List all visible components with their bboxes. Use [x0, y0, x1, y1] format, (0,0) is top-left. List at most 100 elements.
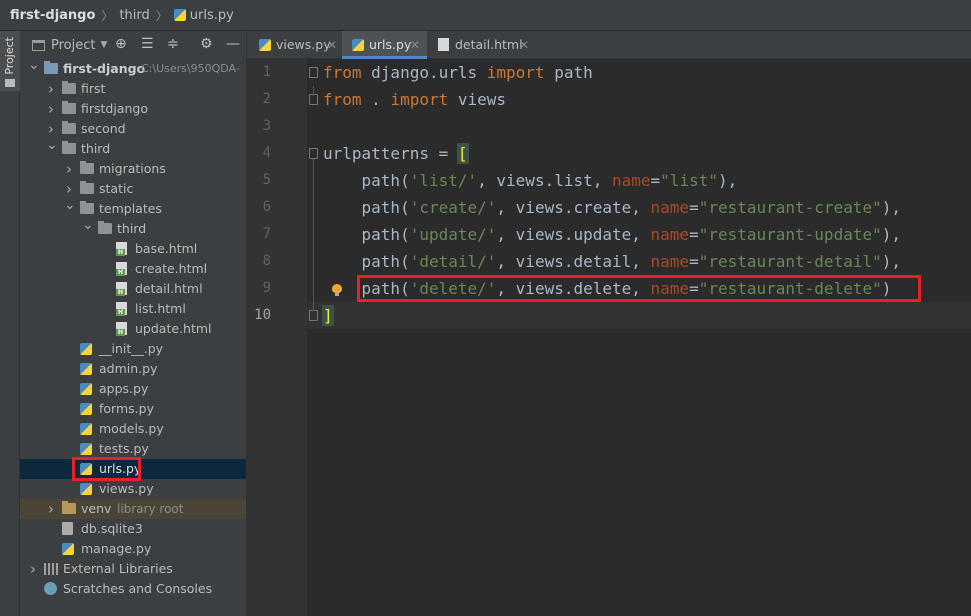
line-number: 5: [262, 172, 271, 188]
tree-item[interactable]: › External Libraries: [20, 559, 246, 579]
tab-detail-html[interactable]: detail.html ✕: [429, 31, 539, 59]
current-line-highlight: [307, 302, 971, 329]
python-file-icon: [62, 543, 74, 555]
html-file-icon: [116, 242, 127, 256]
equals: =: [689, 198, 699, 217]
tree-item[interactable]: apps.py: [20, 379, 246, 399]
tree-item-label: migrations: [99, 161, 166, 176]
breadcrumb-folder[interactable]: third: [119, 8, 149, 23]
tree-item-label: first-django: [63, 61, 146, 76]
chevron-right-icon[interactable]: ›: [64, 159, 74, 179]
chevron-down-icon[interactable]: ⌄: [82, 215, 94, 235]
chevron-right-icon[interactable]: ›: [28, 559, 38, 579]
open-bracket: [: [456, 143, 469, 164]
tree-item[interactable]: › firstdjango: [20, 99, 246, 119]
code-line-4: urlpatterns = [: [323, 140, 469, 167]
close-icon[interactable]: ✕: [410, 31, 420, 59]
call-end: ),: [881, 198, 901, 217]
collapse-all-icon[interactable]: ≑: [167, 36, 179, 52]
breadcrumb-file[interactable]: urls.py: [190, 8, 234, 23]
fold-marker-icon[interactable]: [309, 67, 318, 78]
tree-item[interactable]: admin.py: [20, 359, 246, 379]
tree-item-label: first: [81, 81, 106, 96]
tree-item[interactable]: › first: [20, 79, 246, 99]
project-tree: ⌄ first-django C:\Users\950QDA- › first › firs…: [20, 57, 246, 599]
tree-item[interactable]: db.sqlite3: [20, 519, 246, 539]
tree-item[interactable]: detail.html: [20, 279, 246, 299]
close-bracket: ]: [322, 305, 334, 326]
view-ref: , views.detail,: [496, 252, 651, 271]
tree-item[interactable]: › static: [20, 179, 246, 199]
python-file-icon: [80, 463, 92, 475]
tree-item[interactable]: create.html: [20, 259, 246, 279]
code-line-5: path('list/', views.list, name="list"),: [323, 167, 738, 194]
tree-item[interactable]: list.html: [20, 299, 246, 319]
fold-marker-icon[interactable]: [309, 310, 318, 321]
tree-item[interactable]: ⌄ third: [20, 137, 246, 159]
tree-item[interactable]: urls.py: [20, 459, 246, 479]
chevron-right-icon[interactable]: ›: [46, 99, 56, 119]
tree-item[interactable]: ⌄ first-django C:\Users\950QDA-: [20, 57, 246, 79]
line-number: 9: [262, 280, 271, 296]
tree-item[interactable]: models.py: [20, 419, 246, 439]
call-end: ),: [881, 252, 901, 271]
tree-item-label: second: [81, 121, 126, 136]
close-icon[interactable]: ✕: [327, 31, 337, 59]
chevron-down-icon[interactable]: ⌄: [46, 135, 58, 155]
tree-item[interactable]: forms.py: [20, 399, 246, 419]
code-editor[interactable]: 1 2 3 4 5 6 7 8 9 10 from django.urls import path…: [247, 59, 971, 616]
tab-label: views.py: [276, 37, 331, 52]
name-string: "restaurant-update": [698, 225, 882, 244]
chevron-right-icon[interactable]: ›: [46, 79, 56, 99]
fold-marker-icon[interactable]: [309, 148, 318, 159]
tree-item[interactable]: › migrations: [20, 159, 246, 179]
expand-all-icon[interactable]: ☰: [141, 36, 154, 52]
locate-icon[interactable]: ⊕: [115, 36, 127, 52]
tree-item-label: forms.py: [99, 401, 154, 416]
chevron-down-icon[interactable]: ⌄: [64, 195, 76, 215]
tree-item[interactable]: › venv library root: [20, 499, 246, 519]
tree-item[interactable]: ⌄ third: [20, 217, 246, 239]
chevron-down-icon[interactable]: ▼: [100, 40, 107, 50]
hide-icon[interactable]: —: [226, 36, 240, 52]
keyword-from: from: [323, 90, 362, 109]
tree-item[interactable]: Scratches and Consoles: [20, 579, 246, 599]
chevron-right-icon[interactable]: ›: [46, 499, 56, 519]
tree-item[interactable]: tests.py: [20, 439, 246, 459]
tree-item[interactable]: ⌄ templates: [20, 197, 246, 219]
breadcrumb: first-django 〉 third 〉 urls.py: [0, 0, 971, 31]
folder-icon: [80, 181, 94, 194]
name-string: "list": [660, 171, 718, 190]
tree-item[interactable]: views.py: [20, 479, 246, 499]
project-tool-tab-label: Project: [3, 37, 16, 75]
tab-views-py[interactable]: views.py ✕: [247, 31, 342, 59]
breadcrumb-project[interactable]: first-django: [10, 8, 95, 23]
tree-item[interactable]: update.html: [20, 319, 246, 339]
gear-icon[interactable]: ⚙: [200, 36, 213, 52]
tree-item[interactable]: __init__.py: [20, 339, 246, 359]
lightbulb-icon[interactable]: [332, 284, 342, 296]
folder-icon: [62, 81, 76, 94]
tree-item-label: update.html: [135, 321, 212, 336]
close-icon[interactable]: ✕: [519, 31, 529, 59]
tab-urls-py[interactable]: urls.py ✕: [342, 31, 427, 59]
keyword-import: import: [486, 63, 545, 82]
name-kwarg: name: [612, 171, 651, 190]
html-file-icon: [438, 38, 449, 51]
tree-item-label: list.html: [135, 301, 186, 316]
project-view-selector[interactable]: Project: [51, 38, 95, 53]
chevron-right-icon: 〉: [101, 8, 114, 23]
python-file-icon: [352, 39, 364, 51]
tree-item[interactable]: manage.py: [20, 539, 246, 559]
tree-item[interactable]: base.html: [20, 239, 246, 259]
project-tool-tab[interactable]: Project: [0, 31, 20, 91]
code-line-10: ]: [322, 302, 334, 329]
code-line-6: path('create/', views.create, name="rest…: [323, 194, 901, 221]
tree-item-label: admin.py: [99, 361, 158, 376]
python-file-icon: [80, 443, 92, 455]
code-line-8: path('detail/', views.detail, name="rest…: [323, 248, 901, 275]
python-file-icon: [80, 343, 92, 355]
tree-item-label: External Libraries: [63, 561, 173, 576]
chevron-down-icon[interactable]: ⌄: [28, 55, 40, 75]
equals: =: [689, 279, 699, 298]
